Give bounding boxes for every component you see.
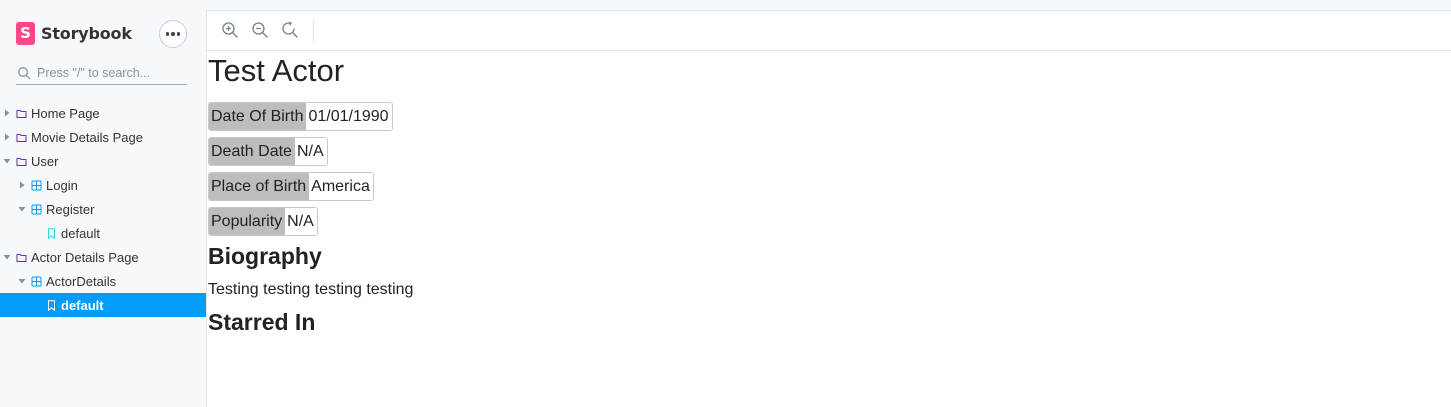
sidebar-item-label: ActorDetails — [46, 273, 117, 289]
sidebar-item-story[interactable]: default — [0, 293, 206, 317]
caret-right-icon[interactable] — [3, 109, 11, 117]
story-tree: Home Page Movie Details Page User Login Regi… — [0, 101, 206, 317]
sidebar-item-folder[interactable]: User — [0, 149, 206, 173]
bookmark-icon — [48, 299, 55, 311]
zoom-in-icon[interactable] — [221, 21, 239, 39]
folder-icon — [16, 157, 27, 166]
fact-value: 01/01/1990 — [306, 103, 392, 130]
ellipsis-dot — [176, 32, 181, 36]
search-icon — [18, 66, 31, 79]
caret-down-icon[interactable] — [3, 253, 11, 261]
folder-icon — [16, 253, 27, 262]
sidebar-item-folder[interactable]: Movie Details Page — [0, 125, 206, 149]
sidebar-item-label: Movie Details Page — [31, 129, 143, 145]
caret-right-icon[interactable] — [18, 181, 26, 189]
fact-value: N/A — [285, 208, 317, 235]
sidebar-item-label: Login — [46, 177, 78, 193]
fact-date-of-birth: Date Of Birth 01/01/1990 — [208, 102, 393, 131]
sidebar-item-label: default — [61, 225, 101, 241]
caret-down-icon[interactable] — [18, 277, 26, 285]
preview-toolbar — [207, 11, 1451, 51]
sidebar-item-component[interactable]: ActorDetails — [0, 269, 206, 293]
fact-popularity: Popularity N/A — [208, 207, 318, 236]
biography-text: Testing testing testing testing — [208, 281, 414, 298]
fact-death-date: Death Date N/A — [208, 137, 328, 166]
fact-label: Death Date — [209, 138, 295, 165]
sidebar-menu-button[interactable] — [159, 20, 187, 48]
fact-label: Popularity — [209, 208, 286, 235]
sidebar: S Storybook Home Page Movie Details Page U… — [0, 0, 206, 407]
search-input[interactable] — [37, 65, 187, 80]
sidebar-item-label: Register — [46, 201, 95, 217]
ellipsis-icon — [165, 32, 170, 36]
sidebar-item-label: Home Page — [31, 105, 100, 121]
caret-down-icon[interactable] — [18, 205, 26, 213]
caret-right-icon[interactable] — [3, 133, 11, 141]
starred-in-heading: Starred In — [208, 309, 316, 335]
component-icon — [31, 180, 42, 190]
search-bar — [16, 61, 187, 85]
preview-panel: Test Actor Date Of Birth 01/01/1990 Deat… — [206, 10, 1451, 407]
sidebar-item-label: Actor Details Page — [31, 249, 139, 265]
sidebar-item-component[interactable]: Login — [0, 173, 206, 197]
sidebar-item-label: User — [31, 153, 59, 169]
component-icon — [31, 204, 42, 214]
sidebar-item-label: default — [61, 297, 104, 313]
sidebar-item-story[interactable]: default — [0, 221, 206, 245]
bookmark-icon — [48, 227, 55, 239]
brand[interactable]: S Storybook — [16, 22, 132, 45]
sidebar-item-folder[interactable]: Home Page — [0, 101, 206, 125]
fact-value: America — [309, 173, 373, 200]
folder-icon — [16, 109, 27, 118]
ellipsis-dot — [171, 32, 175, 36]
fact-value: N/A — [294, 138, 327, 165]
biography-heading: Biography — [208, 243, 322, 269]
fact-label: Place of Birth — [209, 173, 310, 200]
caret-down-icon[interactable] — [3, 157, 11, 165]
sidebar-item-component[interactable]: Register — [0, 197, 206, 221]
folder-icon — [16, 133, 27, 142]
zoom-out-icon[interactable] — [251, 21, 269, 39]
storybook-logo: S — [16, 22, 35, 45]
sidebar-item-folder[interactable]: Actor Details Page — [0, 245, 206, 269]
toolbar-divider — [313, 20, 314, 43]
reset-zoom-icon[interactable] — [281, 21, 299, 39]
fact-label: Date Of Birth — [209, 103, 307, 130]
actor-name: Test Actor — [208, 53, 345, 88]
component-icon — [31, 276, 42, 286]
fact-place-of-birth: Place of Birth America — [208, 172, 374, 201]
brand-name: Storybook — [41, 24, 132, 43]
storybook-app: S Storybook Home Page Movie Details Page U… — [0, 0, 1451, 407]
